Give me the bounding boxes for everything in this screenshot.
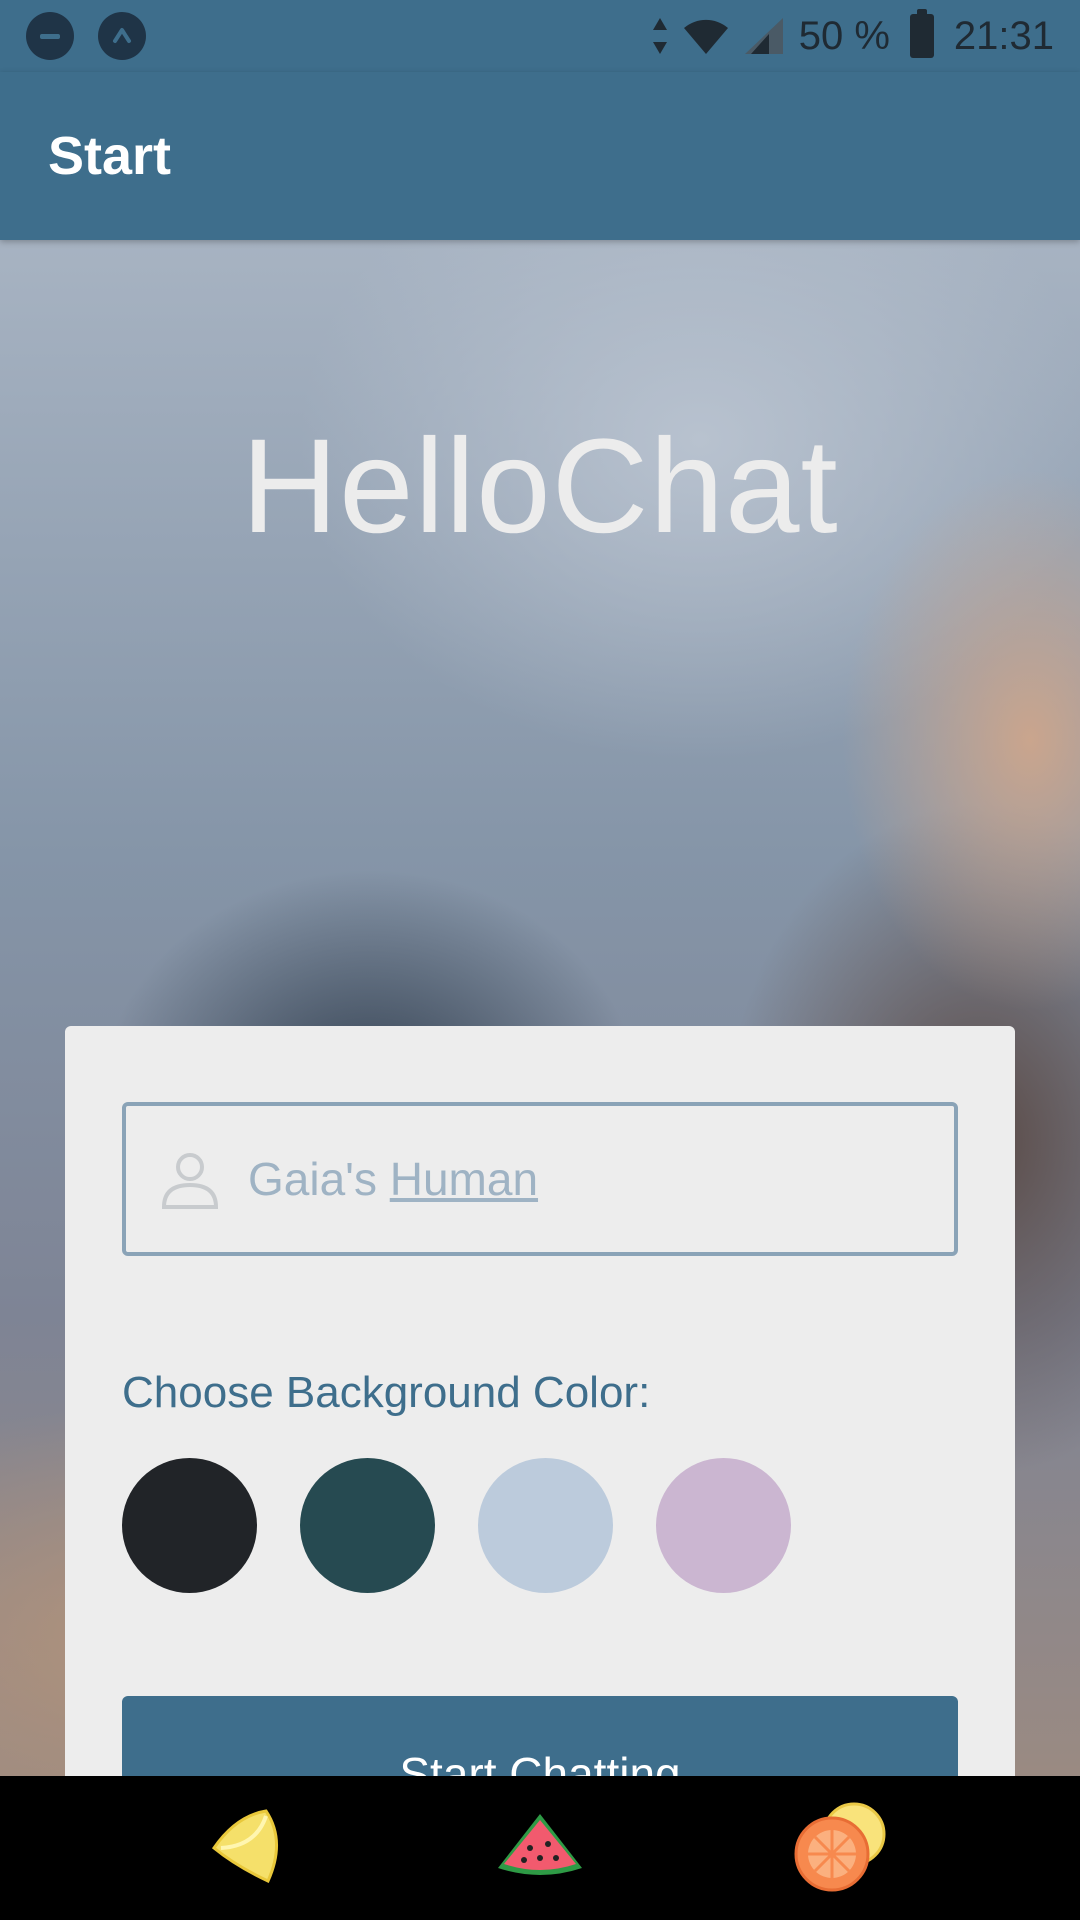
app-notification-icon xyxy=(98,12,146,60)
status-bar: 50 % 21:31 xyxy=(0,0,1080,72)
lemon-icon[interactable] xyxy=(196,1796,296,1896)
user-icon xyxy=(161,1153,219,1209)
app-title: HelloChat xyxy=(241,412,839,561)
color-swatch-dark-teal[interactable] xyxy=(300,1458,435,1593)
navigation-bar xyxy=(0,1776,1080,1920)
wifi-icon xyxy=(683,19,728,54)
color-swatch-light-blue[interactable] xyxy=(478,1458,613,1593)
watermelon-icon[interactable] xyxy=(490,1796,590,1896)
start-card: Gaia's Human Choose Background Color: St… xyxy=(65,1026,1015,1776)
data-transfer-icon xyxy=(652,18,667,54)
battery-icon xyxy=(909,9,934,58)
color-label: Choose Background Color: xyxy=(122,1368,651,1417)
color-swatches xyxy=(122,1458,791,1593)
do-not-disturb-icon xyxy=(26,12,74,60)
battery-percent: 50 % xyxy=(798,13,890,58)
cell-signal-icon xyxy=(744,18,783,54)
name-input[interactable]: Gaia's Human xyxy=(122,1102,958,1256)
page-title: Start xyxy=(48,126,172,186)
name-input-value: Gaia's Human xyxy=(248,1153,539,1205)
orange-icon[interactable] xyxy=(790,1796,890,1896)
app-bar: Start xyxy=(0,72,1080,240)
background-image: HelloChat Gaia's Human Choose Background… xyxy=(0,240,1080,1776)
color-swatch-black[interactable] xyxy=(122,1458,257,1593)
start-chatting-button[interactable]: Start Chatting xyxy=(122,1696,958,1776)
clock: 21:31 xyxy=(953,13,1054,58)
color-swatch-lavender[interactable] xyxy=(656,1458,791,1593)
